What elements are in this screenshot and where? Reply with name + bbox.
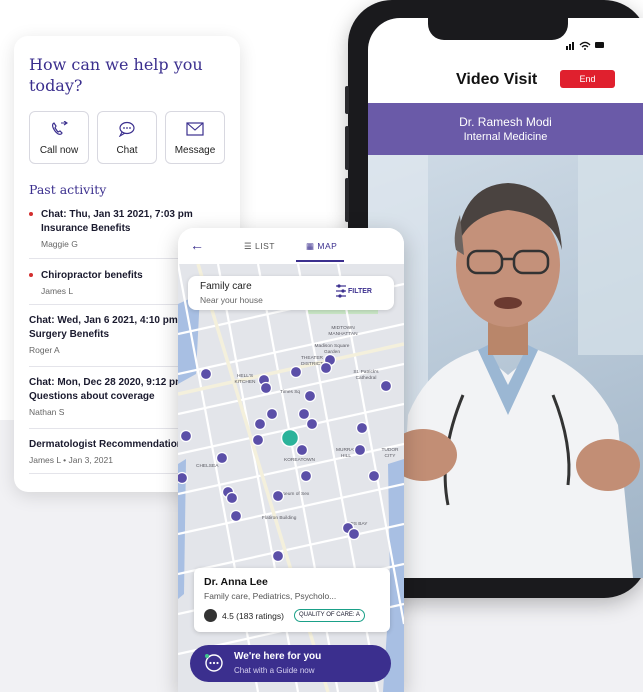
chat-bar-title: We're here for you bbox=[234, 651, 322, 662]
chat-bubble-icon bbox=[205, 654, 223, 672]
provider-pin[interactable] bbox=[265, 407, 279, 421]
provider-pin[interactable] bbox=[347, 527, 361, 541]
provider-pin[interactable] bbox=[303, 389, 317, 403]
provider-pin[interactable] bbox=[297, 407, 311, 421]
provider-pin[interactable] bbox=[379, 379, 393, 393]
provider-pin[interactable] bbox=[353, 443, 367, 457]
call-now-label: Call now bbox=[39, 145, 79, 156]
phone-notch bbox=[428, 18, 568, 40]
chat-bubble-icon bbox=[118, 121, 135, 137]
past-activity-heading: Past activity bbox=[29, 182, 107, 197]
doctor-video-image bbox=[368, 155, 643, 578]
provider-pin[interactable] bbox=[259, 381, 273, 395]
chat-label: Chat bbox=[116, 145, 138, 156]
phone-side-button bbox=[345, 126, 349, 170]
doctor-info-band: Dr. Ramesh Modi Internal Medicine bbox=[368, 103, 643, 155]
provider-pin[interactable] bbox=[179, 429, 193, 443]
provider-pin[interactable] bbox=[271, 549, 285, 563]
video-visit-title: Video Visit bbox=[456, 71, 538, 88]
provider-pin[interactable] bbox=[319, 361, 333, 375]
search-subtitle: Near your house bbox=[200, 295, 263, 305]
back-arrow-icon[interactable]: ← bbox=[190, 237, 204, 253]
phone-icon bbox=[52, 121, 68, 135]
provider-pin[interactable] bbox=[299, 469, 313, 483]
provider-pin[interactable] bbox=[251, 433, 265, 447]
provider-pin[interactable] bbox=[215, 451, 229, 465]
selected-provider-pin[interactable] bbox=[280, 428, 300, 448]
provider-pin[interactable] bbox=[305, 417, 319, 431]
chat-bar-subtitle: Chat with a Guide now bbox=[234, 666, 315, 675]
search-title: Family care bbox=[200, 281, 252, 292]
provider-pin[interactable] bbox=[289, 365, 303, 379]
tab-map[interactable]: ▦ MAP bbox=[306, 241, 337, 252]
doctor-name: Dr. Ramesh Modi bbox=[459, 115, 552, 129]
chat-button[interactable]: Chat bbox=[97, 111, 157, 164]
map-screen: Carnegie Hall MIDTOWN MANHATTAN Madison … bbox=[178, 228, 404, 692]
help-title: How can we help you today? bbox=[29, 55, 203, 95]
provider-card[interactable]: Dr. Anna Lee Family care, Pediatrics, Ps… bbox=[194, 568, 390, 632]
phone-side-button bbox=[345, 86, 349, 114]
unread-dot bbox=[29, 212, 33, 217]
list-icon: ☰ bbox=[244, 241, 253, 251]
filter-icon bbox=[336, 284, 346, 298]
provider-pin[interactable] bbox=[253, 417, 267, 431]
message-button[interactable]: Message bbox=[165, 111, 225, 164]
location-search-box[interactable]: Family care Near your house FILTER bbox=[188, 276, 394, 310]
provider-rating: 4.5 (183 ratings) bbox=[222, 611, 284, 621]
end-call-button[interactable]: End bbox=[560, 70, 615, 88]
provider-pin[interactable] bbox=[199, 367, 213, 381]
doctor-specialty: Internal Medicine bbox=[463, 131, 548, 143]
call-now-button[interactable]: Call now bbox=[29, 111, 89, 164]
tab-list[interactable]: ☰ LIST bbox=[244, 241, 275, 252]
unread-dot bbox=[29, 273, 33, 278]
provider-pin[interactable] bbox=[271, 489, 285, 503]
provider-pin[interactable] bbox=[225, 491, 239, 505]
provider-pin[interactable] bbox=[229, 509, 243, 523]
provider-name: Dr. Anna Lee bbox=[204, 576, 268, 588]
phone-side-button bbox=[345, 178, 349, 222]
active-tab-indicator bbox=[296, 260, 344, 262]
provider-pin[interactable] bbox=[355, 421, 369, 435]
provider-pin[interactable] bbox=[178, 471, 189, 485]
quality-of-care-badge: QUALITY OF CARE: A bbox=[294, 609, 365, 622]
status-bar-icons bbox=[566, 41, 604, 50]
provider-specialties: Family care, Pediatrics, Psycholo... bbox=[204, 591, 337, 601]
chat-with-guide-button[interactable]: We're here for you Chat with a Guide now bbox=[190, 645, 391, 682]
video-visit-screen: Video Visit End Dr. Ramesh Modi Internal… bbox=[368, 18, 643, 578]
star-icon bbox=[204, 609, 217, 622]
map-header: ← ☰ LIST ▦ MAP bbox=[178, 228, 404, 264]
provider-pin[interactable] bbox=[367, 469, 381, 483]
map-icon: ▦ bbox=[306, 241, 315, 251]
filter-button[interactable]: FILTER bbox=[348, 288, 372, 295]
message-label: Message bbox=[174, 145, 216, 156]
provider-pin[interactable] bbox=[295, 443, 309, 457]
envelope-icon bbox=[186, 122, 204, 136]
doctor-video-feed bbox=[368, 155, 643, 578]
